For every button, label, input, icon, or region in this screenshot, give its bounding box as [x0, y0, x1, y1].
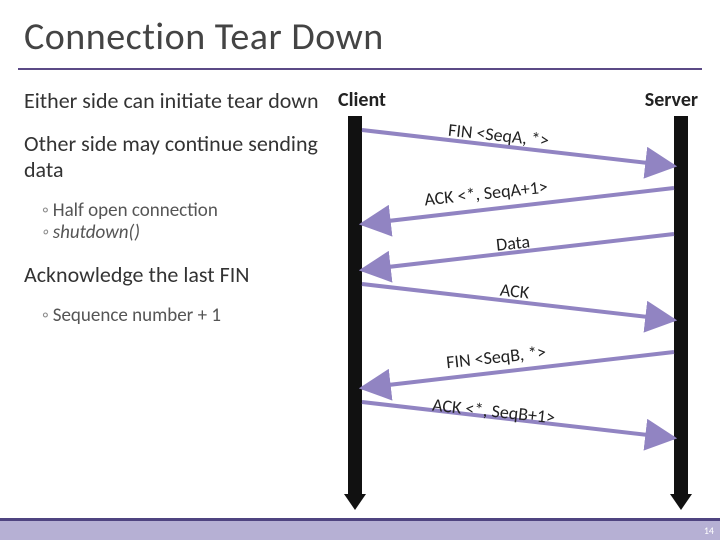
sequence-diagram: Client Server FIN <SeqA, *> ACK <*, SeqA… — [338, 88, 698, 498]
footer-bar: 14 — [0, 518, 720, 540]
sub-shutdown: ◦shutdown() — [42, 222, 324, 244]
msg-data: Data — [495, 230, 531, 255]
page-number: 14 — [704, 524, 714, 537]
bullet-initiate: Either side can initiate tear down — [24, 88, 324, 113]
sub-half-open: ◦Half open connection — [42, 200, 324, 222]
title-rule — [18, 68, 702, 70]
bullet-marker: ◦ — [42, 304, 49, 327]
bullet-marker: ◦ — [42, 221, 49, 244]
sub-seqplus1: ◦Sequence number + 1 — [42, 305, 324, 327]
slide: Connection Tear Down Either side can ini… — [0, 0, 720, 540]
msg-ack: ACK — [499, 279, 530, 304]
page-title: Connection Tear Down — [24, 14, 384, 60]
bullet-ack-fin: Acknowledge the last FIN — [24, 262, 324, 287]
bullet-marker: ◦ — [42, 199, 49, 222]
bullet-continue: Other side may continue sending data — [24, 131, 324, 182]
body-text: Either side can initiate tear down Other… — [24, 88, 324, 327]
